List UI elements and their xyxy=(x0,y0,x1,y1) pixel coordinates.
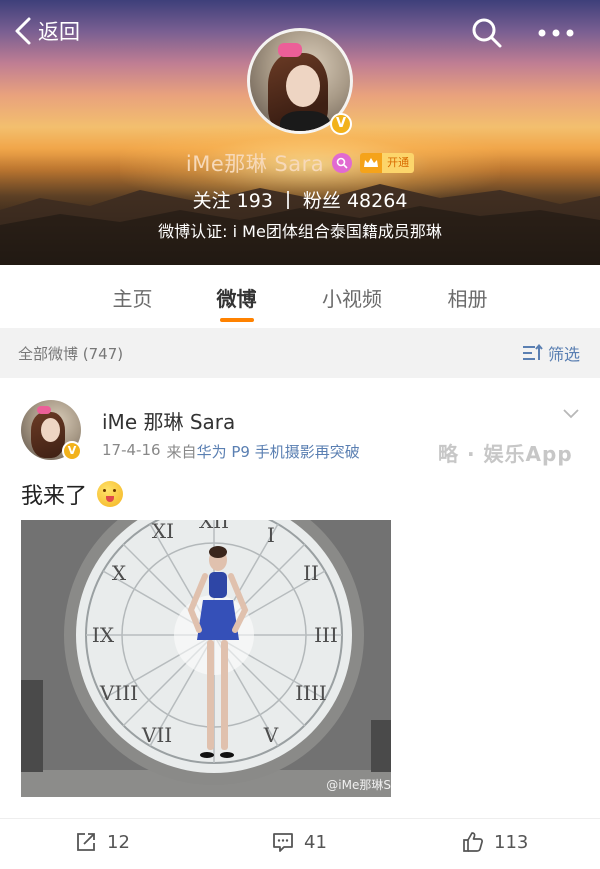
tab-home-label: 主页 xyxy=(112,287,153,311)
post-text-content: 我来了 xyxy=(21,484,88,509)
more-icon[interactable] xyxy=(536,22,576,44)
comment-icon xyxy=(273,833,293,852)
like-icon xyxy=(463,832,483,852)
following-count: 193 xyxy=(236,190,273,212)
followers-stat[interactable]: 粉丝 48264 xyxy=(303,186,408,213)
post-avatar-bow xyxy=(37,406,51,414)
tab-weibo-label: 微博 xyxy=(216,287,257,311)
profile-name-row: iMe那琳 Sara 开通 xyxy=(0,148,600,178)
profile-name: iMe那琳 Sara xyxy=(185,152,325,176)
like-count: 113 xyxy=(494,831,529,853)
like-button[interactable]: 113 xyxy=(462,831,528,853)
svg-text:II: II xyxy=(303,561,319,585)
filter-bar: 全部微博 (747) 筛选 xyxy=(0,328,600,378)
avatar-face xyxy=(286,65,320,107)
chevron-down-icon[interactable] xyxy=(562,408,580,420)
followers-label: 粉丝 xyxy=(302,190,341,212)
followers-count: 48264 xyxy=(346,190,408,212)
post-image-clock-scene: XII I II III IIII V VII VIII IX X XI xyxy=(21,520,391,797)
svg-text:V: V xyxy=(263,723,279,747)
post-actions: 12 41 113 xyxy=(0,818,600,869)
filter-button[interactable]: 筛选 xyxy=(522,341,580,365)
post-image[interactable]: XII I II III IIII V VII VIII IX X XI @iM… xyxy=(21,520,391,797)
tab-home[interactable]: 主页 xyxy=(80,265,185,328)
stats-divider xyxy=(286,190,289,209)
avatar-bow xyxy=(278,43,302,57)
filter-icon xyxy=(523,344,543,360)
svg-text:XI: XI xyxy=(152,520,174,543)
active-tab-indicator xyxy=(219,318,254,322)
verified-icon: V xyxy=(330,113,352,135)
post-meta: 17-4-16 来自 华为 P9 手机摄影再突破 xyxy=(102,441,360,462)
vip-badge[interactable]: 开通 xyxy=(360,153,415,173)
repost-icon xyxy=(77,833,95,851)
vip-label: 开通 xyxy=(382,153,415,173)
svg-text:VIII: VIII xyxy=(99,681,138,705)
svg-text:III: III xyxy=(314,623,338,647)
profile-tabs: 主页 微博 小视频 相册 xyxy=(0,265,600,328)
back-chevron-icon xyxy=(15,17,31,45)
tab-weibo[interactable]: 微博 xyxy=(184,265,289,328)
tab-album-label: 相册 xyxy=(447,287,488,311)
app-watermark: 略 · 娱乐App xyxy=(438,442,573,466)
post-source[interactable]: 华为 P9 手机摄影再突破 xyxy=(197,441,360,462)
tag-icon[interactable] xyxy=(332,153,353,173)
repost-count: 12 xyxy=(107,831,130,853)
svg-text:IIII: IIII xyxy=(295,681,327,705)
crown-icon xyxy=(360,153,383,173)
verification-text: 微博认证: i Me团体组合泰国籍成员那琳 xyxy=(158,222,442,241)
search-icon[interactable] xyxy=(470,16,504,50)
svg-text:XII: XII xyxy=(199,520,229,533)
post-verified-icon: V xyxy=(62,441,82,461)
svg-text:I: I xyxy=(267,523,275,547)
post-avatar-face xyxy=(41,418,60,442)
comment-count: 41 xyxy=(304,831,327,853)
svg-text:X: X xyxy=(112,561,127,585)
filter-label: 筛选 xyxy=(548,345,581,364)
avatar-shirt xyxy=(280,111,330,131)
post-source-prefix: 来自 xyxy=(166,443,197,461)
back-button[interactable]: 返回 xyxy=(14,16,80,46)
profile-stats: 关注 193 粉丝 48264 xyxy=(0,186,600,213)
tab-videos-label: 小视频 xyxy=(322,287,382,311)
svg-text:IX: IX xyxy=(92,623,115,647)
tab-videos[interactable]: 小视频 xyxy=(297,265,407,328)
post-author[interactable]: iMe 那琳 Sara xyxy=(102,406,235,435)
following-label: 关注 xyxy=(192,190,231,212)
repost-button[interactable]: 12 xyxy=(75,831,130,853)
post-text: 我来了 xyxy=(21,478,124,510)
post-date: 17-4-16 xyxy=(102,441,161,459)
comment-button[interactable]: 41 xyxy=(272,831,327,853)
following-stat[interactable]: 关注 193 xyxy=(193,186,273,213)
emoji-icon xyxy=(97,481,124,507)
weibo-count: 全部微博 (747) xyxy=(18,345,124,363)
back-label: 返回 xyxy=(38,20,80,44)
tab-album[interactable]: 相册 xyxy=(415,265,520,328)
profile-header: 返回 V iMe那琳 Sara 开通 关注 193 粉丝 48264 微博认证:… xyxy=(0,0,600,265)
image-watermark: @iMe那琳S xyxy=(326,778,391,792)
svg-text:VII: VII xyxy=(141,723,172,747)
